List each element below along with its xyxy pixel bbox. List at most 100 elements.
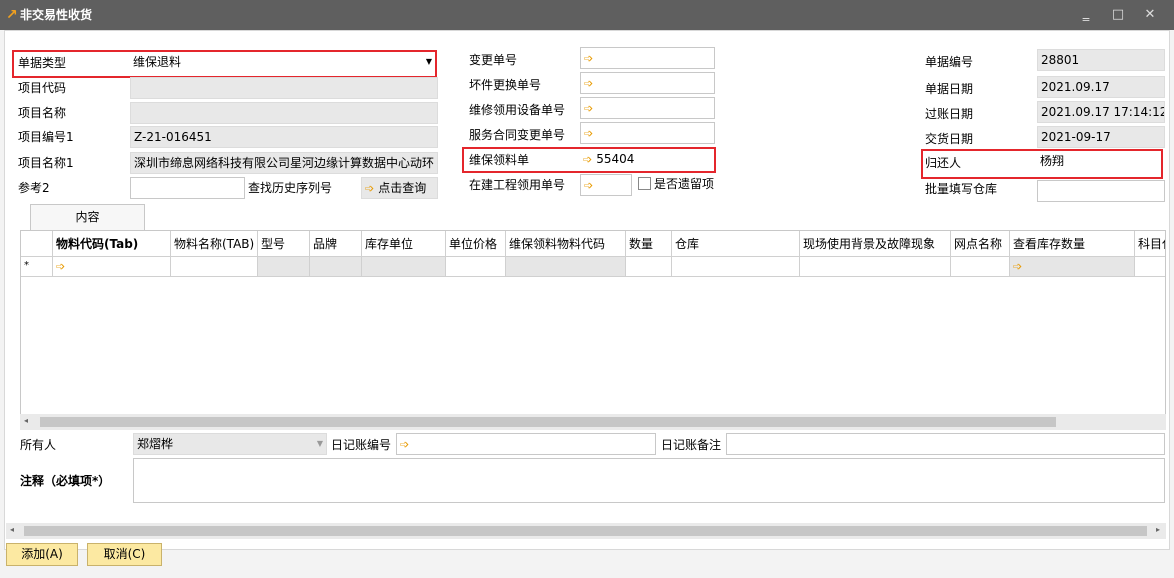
owner-label: 所有人: [20, 438, 57, 452]
scrollbar-thumb[interactable]: [24, 526, 1147, 536]
maximize-icon[interactable]: □: [1108, 8, 1128, 24]
returner-label: 归还人: [925, 156, 962, 170]
owner-select[interactable]: 郑熠桦 ▼: [133, 433, 327, 455]
column-header[interactable]: 仓库: [672, 231, 800, 257]
column-header[interactable]: 单位价格: [446, 231, 506, 257]
table-cell[interactable]: [446, 257, 506, 277]
tab-content[interactable]: 内容: [30, 204, 145, 230]
batch-warehouse-label: 批量填写仓库: [925, 182, 998, 196]
column-header[interactable]: 网点名称: [951, 231, 1010, 257]
table-cell[interactable]: [800, 257, 951, 277]
new-row-marker: *: [21, 257, 53, 277]
grid-horizontal-scrollbar[interactable]: ◂: [20, 414, 1166, 430]
part-replace-no-input[interactable]: ➩: [580, 72, 715, 94]
link-arrow-icon[interactable]: ➩: [584, 74, 593, 93]
window-titlebar: ↗ 非交易性收货 ‗ □ ✕: [0, 0, 1174, 30]
delivery-date-label: 交货日期: [925, 132, 974, 146]
doc-type-label: 单据类型: [18, 56, 67, 70]
journal-note-label: 日记账备注: [661, 438, 722, 452]
doc-type-select[interactable]: 维保退料 ▼: [130, 52, 435, 74]
doc-type-value: 维保退料: [133, 55, 182, 69]
delivery-date-field[interactable]: 2021-09-17: [1037, 126, 1165, 148]
add-button[interactable]: 添加(A): [6, 543, 78, 566]
ref2-label: 参考2: [18, 181, 50, 195]
project-name-field: [130, 102, 438, 124]
service-contract-no-input[interactable]: ➩: [580, 122, 715, 144]
query-button-label: 点击查询: [378, 181, 427, 195]
chevron-down-icon[interactable]: ▼: [426, 52, 432, 72]
table-cell[interactable]: [1135, 257, 1165, 277]
column-header[interactable]: 型号: [258, 231, 310, 257]
form-horizontal-scrollbar[interactable]: ◂ ▸: [6, 523, 1166, 539]
scroll-left-icon[interactable]: ◂: [10, 525, 14, 534]
close-icon[interactable]: ✕: [1140, 8, 1160, 24]
chevron-down-icon[interactable]: ▼: [317, 434, 323, 454]
column-header[interactable]: 库存单位: [362, 231, 446, 257]
change-no-input[interactable]: ➩: [580, 47, 715, 69]
posting-date-field[interactable]: 2021.09.17 17:14:12: [1037, 101, 1165, 123]
link-arrow-icon[interactable]: ➩: [56, 258, 65, 276]
link-arrow-icon[interactable]: ➩: [584, 99, 593, 118]
table-cell: [310, 257, 362, 277]
journal-no-input[interactable]: ➩: [396, 433, 656, 455]
project-no1-label: 项目编号1: [18, 130, 74, 144]
repair-equip-no-input[interactable]: ➩: [580, 97, 715, 119]
scroll-right-icon[interactable]: ▸: [1156, 525, 1160, 534]
link-arrow-icon[interactable]: ➩: [1013, 258, 1022, 276]
column-header[interactable]: 数量: [626, 231, 672, 257]
maint-requisition-input[interactable]: ➩ 55404: [580, 149, 713, 171]
remarks-textarea[interactable]: [133, 458, 1165, 503]
change-no-label: 变更单号: [469, 53, 518, 67]
link-arrow-icon[interactable]: ➩: [583, 150, 592, 170]
construction-req-input[interactable]: ➩: [580, 174, 632, 196]
batch-warehouse-input[interactable]: [1037, 180, 1165, 202]
table-cell[interactable]: [672, 257, 800, 277]
column-header[interactable]: 物料名称(TAB): [171, 231, 258, 257]
project-code-field: [130, 77, 438, 99]
window-title: 非交易性收货: [20, 8, 93, 22]
journal-note-input[interactable]: [726, 433, 1165, 455]
column-header[interactable]: 物料代码(Tab): [53, 231, 171, 257]
history-serial-label: 查找历史序列号: [248, 181, 333, 195]
remarks-label: 注释（必填项*）: [20, 474, 111, 488]
returner-input[interactable]: 杨翔: [1037, 151, 1161, 173]
column-header[interactable]: 维保领料物料代码: [506, 231, 626, 257]
minimize-icon[interactable]: ‗: [1076, 8, 1096, 24]
table-cell[interactable]: ➩: [1010, 257, 1135, 277]
table-cell[interactable]: [626, 257, 672, 277]
construction-req-label: 在建工程领用单号: [469, 178, 566, 192]
doc-date-field[interactable]: 2021.09.17: [1037, 76, 1165, 98]
scrollbar-thumb[interactable]: [40, 417, 1056, 427]
owner-value: 郑熠桦: [137, 437, 174, 451]
table-cell: [506, 257, 626, 277]
maint-requisition-value: 55404: [596, 152, 635, 166]
doc-no-label: 单据编号: [925, 55, 974, 69]
column-header[interactable]: 品牌: [310, 231, 362, 257]
link-arrow-icon: ➩: [365, 182, 375, 195]
scroll-left-icon[interactable]: ◂: [24, 416, 28, 425]
leftover-checkbox[interactable]: [638, 177, 651, 190]
doc-no-field: 28801: [1037, 49, 1165, 71]
query-button[interactable]: ➩ 点击查询: [361, 177, 438, 199]
project-code-label: 项目代码: [18, 81, 67, 95]
project-name1-label: 项目名称1: [18, 156, 74, 170]
table-cell: [362, 257, 446, 277]
link-arrow-icon[interactable]: ➩: [584, 176, 593, 195]
grid-corner: [21, 231, 53, 257]
journal-no-label: 日记账编号: [331, 438, 392, 452]
link-arrow-icon[interactable]: ➩: [584, 49, 593, 68]
table-cell[interactable]: [951, 257, 1010, 277]
table-cell[interactable]: ➩: [53, 257, 171, 277]
column-header[interactable]: 现场使用背景及故障现象: [800, 231, 951, 257]
link-arrow-icon[interactable]: ➩: [400, 435, 409, 454]
ref2-input[interactable]: [130, 177, 245, 199]
doc-date-label: 单据日期: [925, 82, 974, 96]
table-cell: [258, 257, 310, 277]
project-name-label: 项目名称: [18, 106, 67, 120]
column-header[interactable]: 科目代: [1135, 231, 1165, 257]
column-header[interactable]: 查看库存数量: [1010, 231, 1135, 257]
link-arrow-icon[interactable]: ➩: [584, 124, 593, 143]
cancel-button[interactable]: 取消(C): [87, 543, 162, 566]
part-replace-no-label: 坏件更换单号: [469, 78, 542, 92]
table-cell[interactable]: [171, 257, 258, 277]
